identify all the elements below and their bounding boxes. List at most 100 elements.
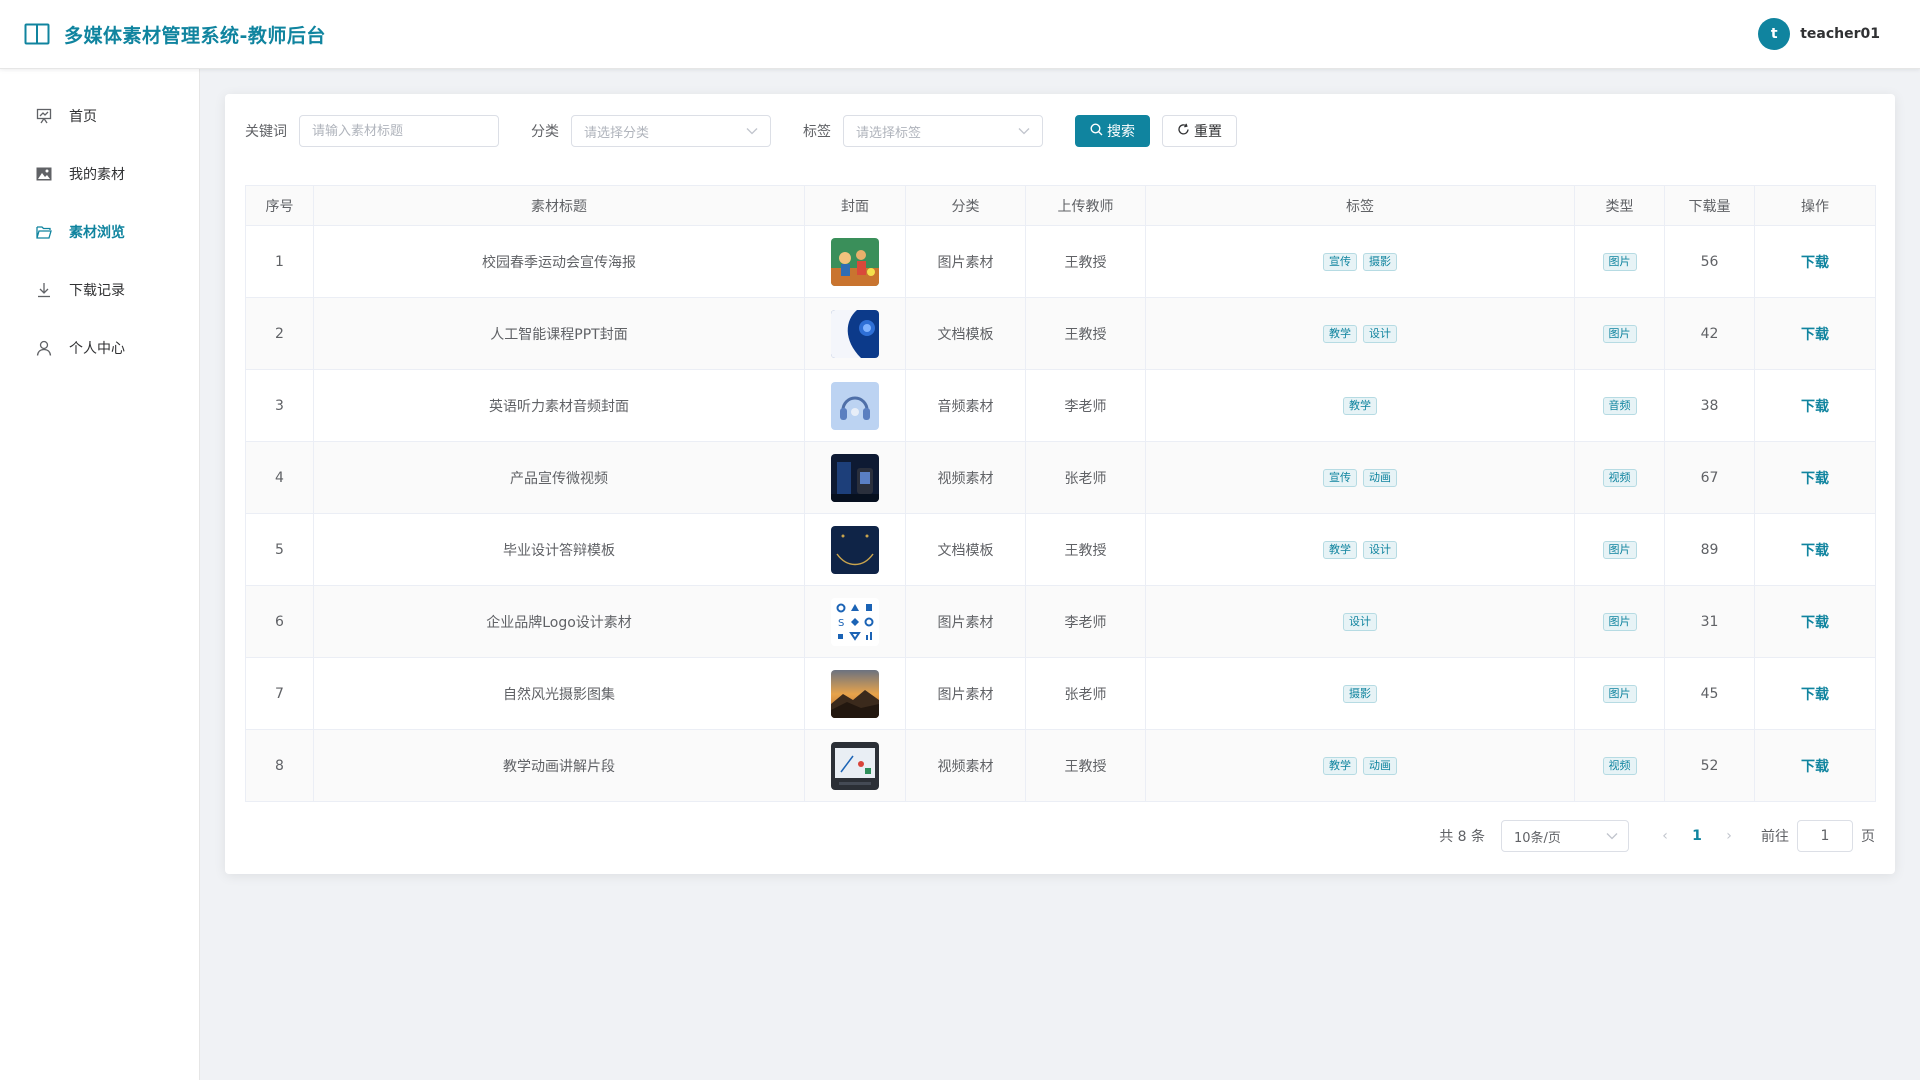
- cover-thumbnail[interactable]: [831, 381, 879, 430]
- cell-type: 图片: [1574, 297, 1665, 370]
- page-number[interactable]: 1: [1681, 828, 1713, 844]
- cell-category: 图片素材: [905, 657, 1026, 730]
- cover-thumbnail[interactable]: [831, 741, 879, 790]
- keyword-input[interactable]: [299, 115, 499, 147]
- cell-cover: [804, 441, 906, 514]
- tag-badge: 摄影: [1343, 684, 1377, 703]
- cell-downloads: 67: [1664, 441, 1755, 514]
- column-header: 分类: [905, 185, 1026, 226]
- tag-select[interactable]: 请选择标签: [843, 115, 1043, 147]
- cell-tags: 教学 设计: [1145, 297, 1575, 370]
- user-menu[interactable]: t teacher01: [1758, 18, 1896, 50]
- chevron-down-icon: [1606, 829, 1618, 844]
- tag-label: 标签: [803, 124, 831, 140]
- table-row: 7 自然风光摄影图集 图片素材 张老师 摄影 图片 45 下载: [245, 657, 1876, 730]
- table-row: 2 人工智能课程PPT封面 文档模板 王教授 教学 设计 图片 42 下载: [245, 297, 1876, 370]
- brand: 多媒体素材管理系统-教师后台: [24, 21, 326, 48]
- sidebar-item-label: 我的素材: [69, 167, 125, 183]
- prev-page-icon[interactable]: ‹: [1649, 828, 1681, 844]
- cell-teacher: 李老师: [1025, 369, 1146, 442]
- sidebar-item-my-materials[interactable]: 我的素材: [0, 145, 199, 203]
- cell-cover: S: [804, 585, 906, 658]
- sidebar-item-label: 素材浏览: [69, 225, 125, 241]
- reset-button-label: 重置: [1194, 124, 1222, 140]
- download-link[interactable]: 下载: [1801, 255, 1829, 271]
- cover-thumbnail[interactable]: S: [831, 597, 879, 646]
- cell-index: 7: [245, 657, 314, 730]
- cell-index: 8: [245, 729, 314, 802]
- cover-thumbnail[interactable]: [831, 525, 879, 574]
- table-row: 8 教学动画讲解片段 视频素材 王教授 教学 动画 视频 52 下载: [245, 729, 1876, 802]
- sidebar-item-browse[interactable]: 素材浏览: [0, 203, 199, 261]
- cell-tags: 宣传 动画: [1145, 441, 1575, 514]
- type-badge: 图片: [1602, 324, 1637, 343]
- cell-type: 图片: [1574, 585, 1665, 658]
- category-select[interactable]: 请选择分类: [571, 115, 771, 147]
- cell-action: 下载: [1754, 729, 1876, 802]
- cell-tags: 教学 动画: [1145, 729, 1575, 802]
- type-badge: 图片: [1602, 684, 1637, 703]
- page-size-select[interactable]: 10条/页: [1501, 820, 1629, 852]
- folder-open-icon: [35, 223, 53, 241]
- download-link[interactable]: 下载: [1801, 615, 1829, 631]
- cell-type: 视频: [1574, 441, 1665, 514]
- column-header: 素材标题: [313, 185, 805, 226]
- type-badge: 视频: [1602, 468, 1637, 487]
- cell-title: 毕业设计答辩模板: [313, 513, 805, 586]
- sidebar-item-profile[interactable]: 个人中心: [0, 319, 199, 377]
- cell-type: 图片: [1574, 513, 1665, 586]
- cover-thumbnail[interactable]: [831, 237, 879, 286]
- table-row: 1 校园春季运动会宣传海报 图片素材 王教授 宣传 摄影 图片 56 下载: [245, 225, 1876, 298]
- cell-tags: 设计: [1145, 585, 1575, 658]
- tag-placeholder: 请选择标签: [856, 125, 922, 141]
- sidebar: 首页 我的素材 素材浏览 下载记录 个人中心: [0, 69, 200, 1080]
- cell-teacher: 王教授: [1025, 513, 1146, 586]
- cell-action: 下载: [1754, 513, 1876, 586]
- cell-cover: [804, 225, 906, 298]
- column-header: 上传教师: [1025, 185, 1146, 226]
- sidebar-item-home[interactable]: 首页: [0, 87, 199, 145]
- column-header: 序号: [245, 185, 314, 226]
- cell-title: 校园春季运动会宣传海报: [313, 225, 805, 298]
- download-link[interactable]: 下载: [1801, 471, 1829, 487]
- username[interactable]: teacher01: [1800, 26, 1880, 42]
- cover-thumbnail[interactable]: [831, 309, 879, 358]
- download-link[interactable]: 下载: [1801, 327, 1829, 343]
- cell-category: 音频素材: [905, 369, 1026, 442]
- cell-title: 自然风光摄影图集: [313, 657, 805, 730]
- cell-type: 音频: [1574, 369, 1665, 442]
- cell-category: 视频素材: [905, 729, 1026, 802]
- cell-action: 下载: [1754, 585, 1876, 658]
- sidebar-item-label: 个人中心: [69, 341, 125, 357]
- download-link[interactable]: 下载: [1801, 687, 1829, 703]
- page-jump-input[interactable]: 1: [1797, 820, 1853, 852]
- cover-thumbnail[interactable]: [831, 453, 879, 502]
- tag-badge: 摄影: [1363, 252, 1397, 271]
- cell-teacher: 王教授: [1025, 297, 1146, 370]
- cell-downloads: 42: [1664, 297, 1755, 370]
- tag-badge: 设计: [1343, 612, 1377, 631]
- sidebar-item-downloads[interactable]: 下载记录: [0, 261, 199, 319]
- download-link[interactable]: 下载: [1801, 759, 1829, 775]
- download-link[interactable]: 下载: [1801, 399, 1829, 415]
- cell-tags: 教学 设计: [1145, 513, 1575, 586]
- table-row: 4 产品宣传微视频 视频素材 张老师 宣传 动画 视频 67 下载: [245, 441, 1876, 514]
- type-badge: 图片: [1602, 612, 1637, 631]
- avatar[interactable]: t: [1758, 18, 1791, 50]
- cell-action: 下载: [1754, 657, 1876, 730]
- cell-cover: [804, 657, 906, 730]
- jump-prefix: 前往: [1761, 829, 1789, 845]
- download-link[interactable]: 下载: [1801, 543, 1829, 559]
- cover-thumbnail[interactable]: [831, 669, 879, 718]
- reset-button[interactable]: 重置: [1162, 115, 1237, 147]
- category-placeholder: 请选择分类: [584, 125, 650, 141]
- cell-index: 5: [245, 513, 314, 586]
- next-page-icon[interactable]: ›: [1713, 828, 1745, 844]
- table-row: 6 企业品牌Logo设计素材 S 图片素材 李老师 设计 图片 31 下载: [245, 585, 1876, 658]
- top-header: 多媒体素材管理系统-教师后台 t teacher01: [0, 0, 1920, 69]
- cell-category: 视频素材: [905, 441, 1026, 514]
- cell-title: 企业品牌Logo设计素材: [313, 585, 805, 658]
- sidebar-item-label: 下载记录: [69, 283, 125, 299]
- search-button[interactable]: 搜索: [1075, 115, 1150, 147]
- pagination: 共 8 条 10条/页 ‹ 1 › 前往 1 页: [1439, 820, 1875, 852]
